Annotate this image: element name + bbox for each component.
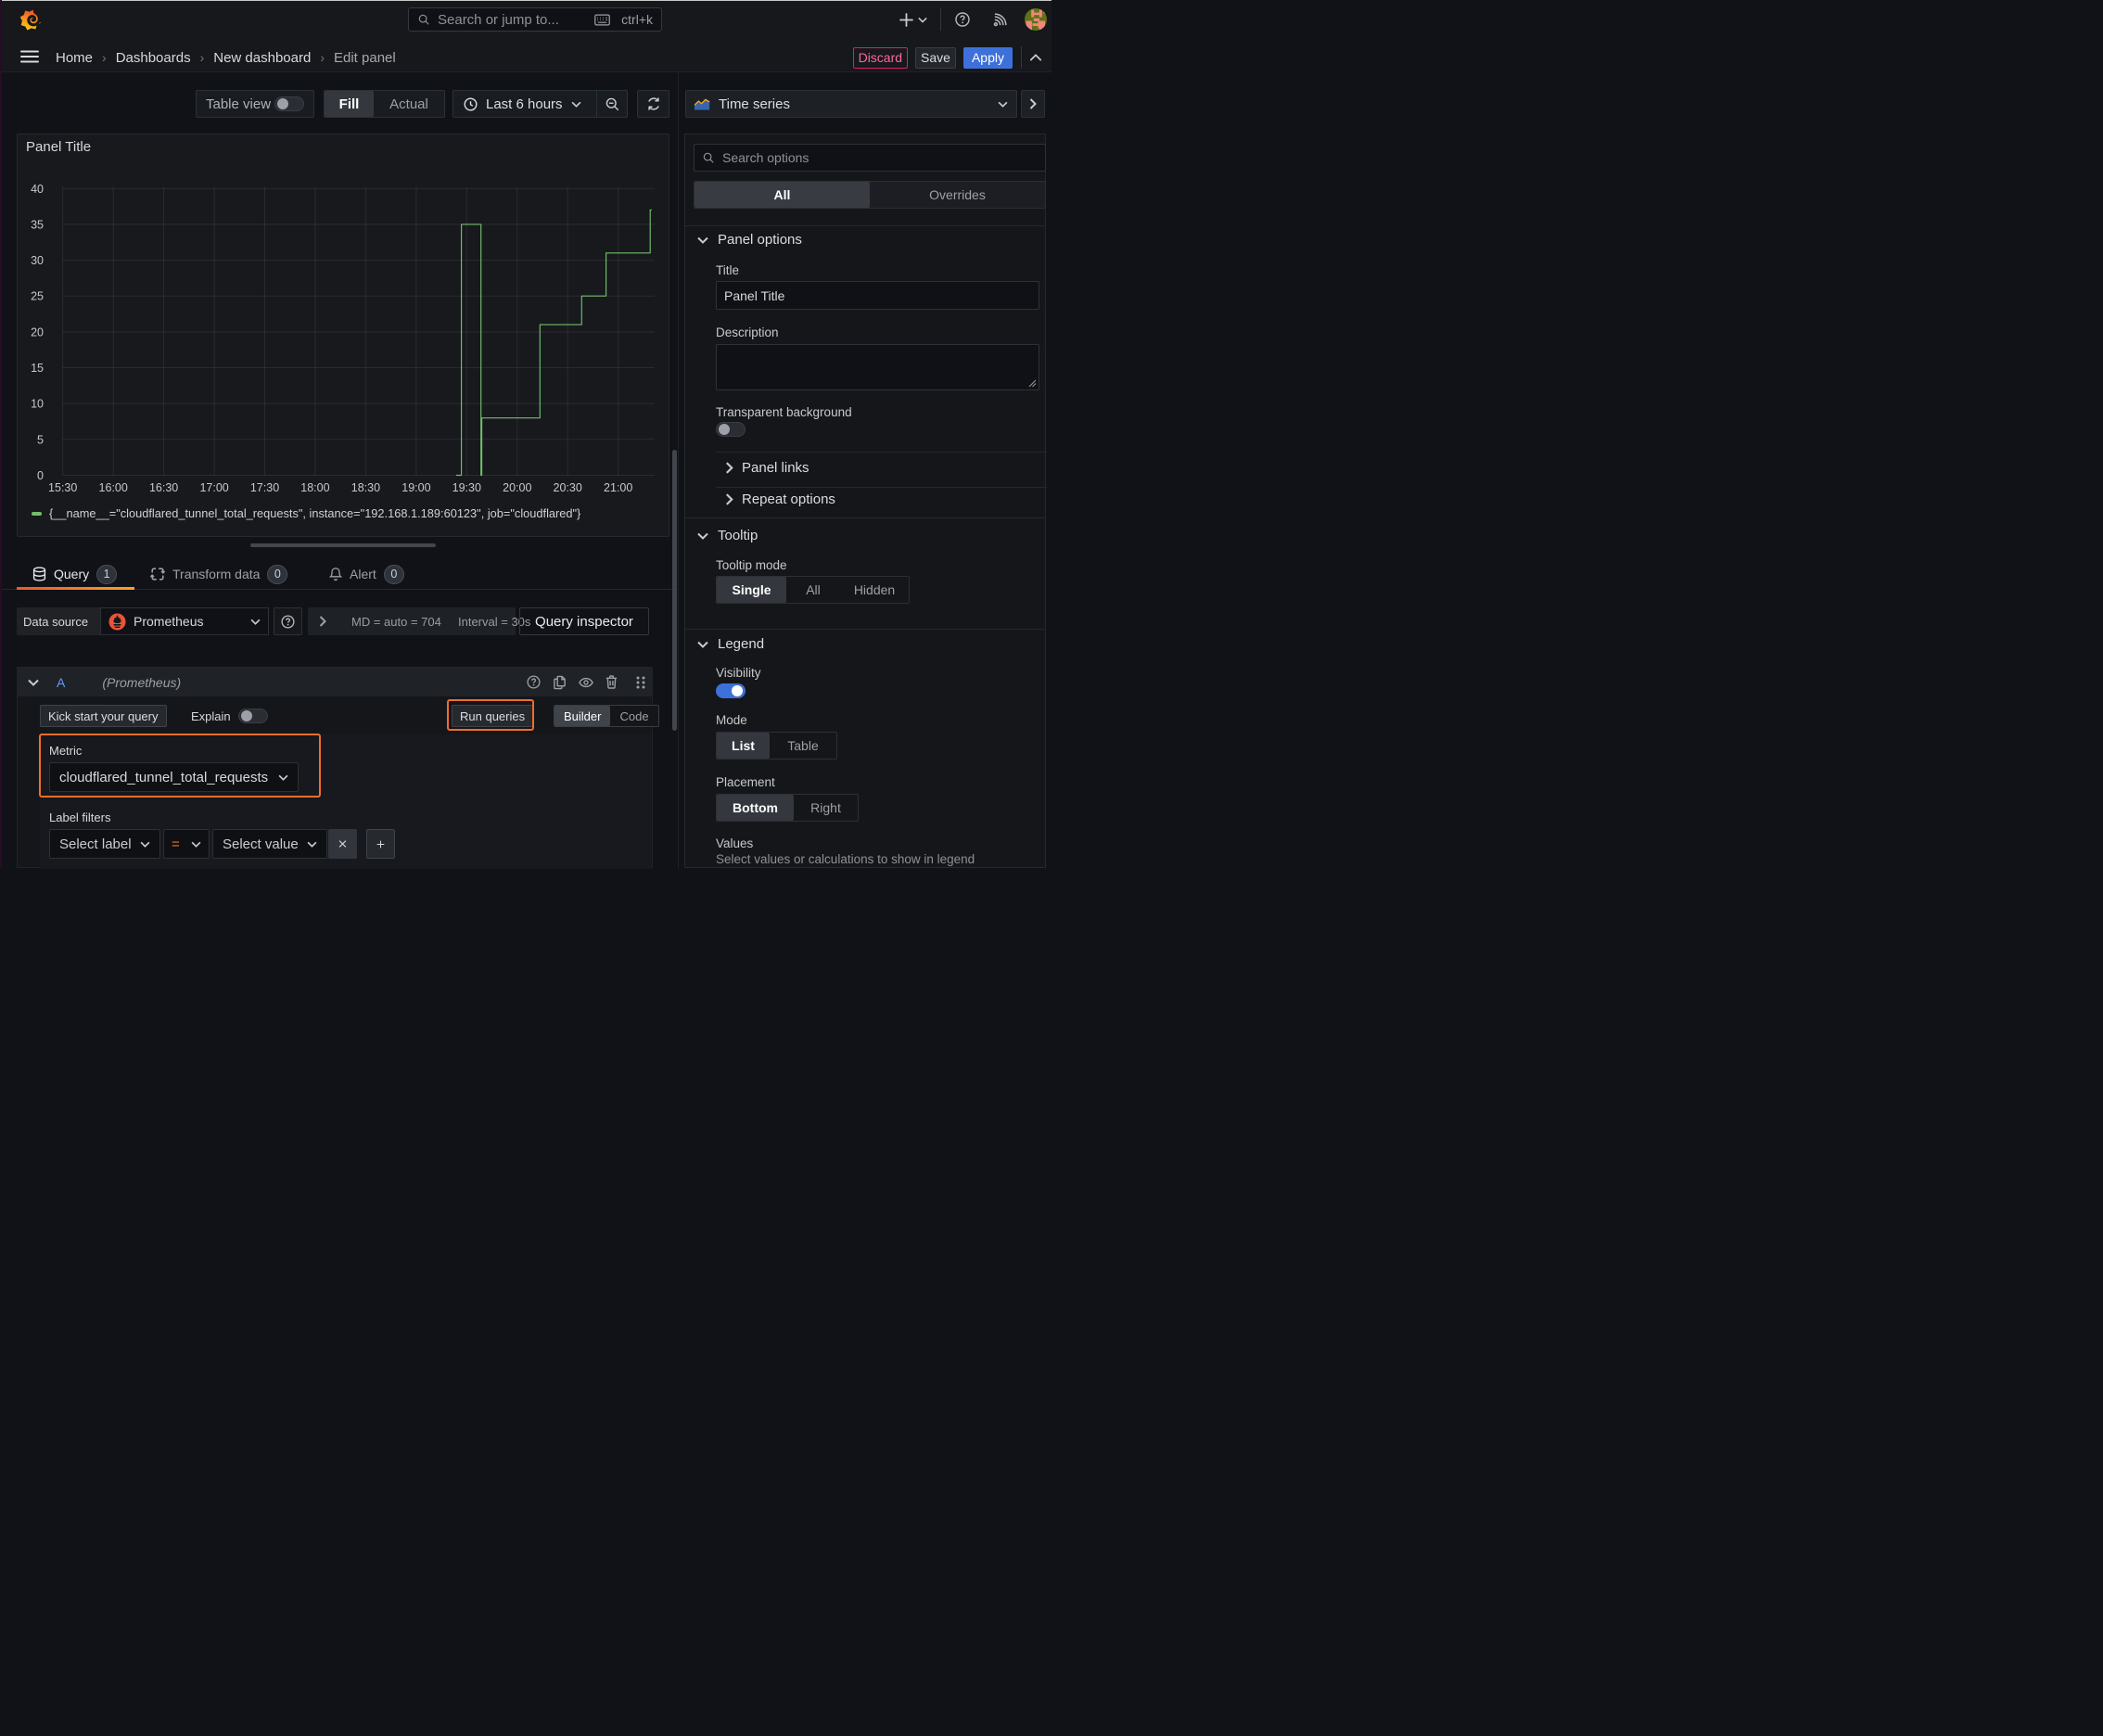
svg-text:25: 25 <box>31 290 44 303</box>
svg-text:30: 30 <box>31 254 44 267</box>
svg-text:19:00: 19:00 <box>401 481 430 494</box>
svg-text:0: 0 <box>37 469 44 482</box>
svg-text:5: 5 <box>37 433 44 446</box>
svg-text:16:30: 16:30 <box>149 481 178 494</box>
svg-text:15:30: 15:30 <box>48 481 77 494</box>
svg-text:18:00: 18:00 <box>300 481 329 494</box>
svg-text:20:00: 20:00 <box>503 481 531 494</box>
svg-text:18:30: 18:30 <box>351 481 380 494</box>
svg-text:21:00: 21:00 <box>604 481 632 494</box>
svg-text:16:00: 16:00 <box>99 481 128 494</box>
svg-text:35: 35 <box>31 218 44 231</box>
svg-text:17:30: 17:30 <box>250 481 279 494</box>
svg-text:17:00: 17:00 <box>199 481 228 494</box>
svg-text:19:30: 19:30 <box>452 481 481 494</box>
svg-text:20:30: 20:30 <box>554 481 582 494</box>
svg-text:40: 40 <box>31 183 44 196</box>
svg-text:15: 15 <box>31 362 44 375</box>
svg-text:10: 10 <box>31 398 44 411</box>
svg-text:20: 20 <box>31 326 44 338</box>
